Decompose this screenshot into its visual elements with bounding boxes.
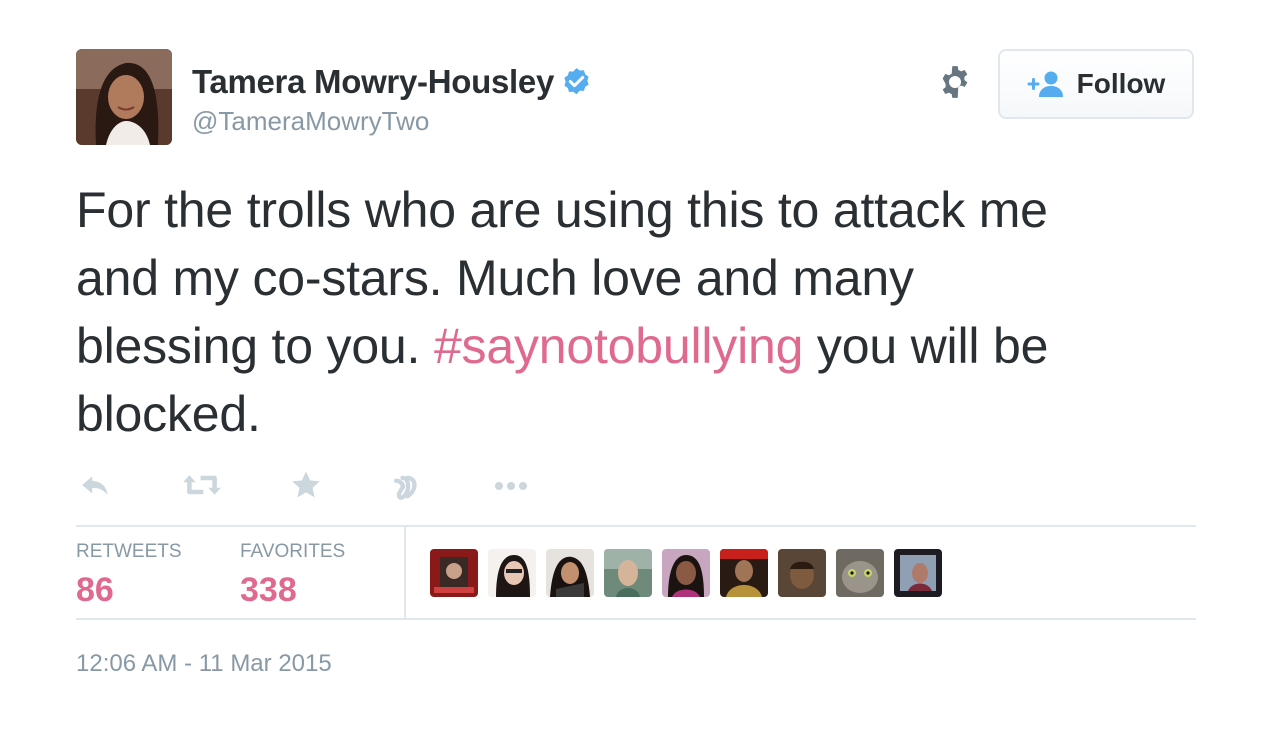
favoriter-avatar[interactable] [546,549,594,597]
stats-divider-bottom [76,618,1196,620]
tweet-text: For the trolls who are using this to att… [76,176,1196,448]
tweet-text-segment: blessing to you. [76,318,434,374]
tweet-text-line: For the trolls who are using this to att… [76,182,1048,238]
tweet-text-line: blessing to you. #saynotobullying you wi… [76,312,1196,380]
gear-icon[interactable] [936,63,974,101]
follow-button[interactable]: Follow [998,49,1194,119]
favoriter-avatar[interactable] [430,549,478,597]
avatar[interactable] [76,49,172,145]
favorites-label: FAVORITES [240,541,346,562]
follow-label: Follow [1076,68,1166,99]
stats-divider [76,525,1196,527]
reply-icon[interactable] [78,468,112,502]
favoriter-avatar[interactable] [488,549,536,597]
tweet-card: Tamera Mowry-Housley @TameraMowryTwo Fol… [0,0,1265,748]
retweets-count: 86 [76,571,114,609]
favorites-stat[interactable]: FAVORITES 338 [240,541,345,610]
star-icon[interactable] [289,468,323,502]
tweet-timestamp[interactable]: 12:06 AM - 11 Mar 2015 [76,650,332,678]
add-user-icon [1027,70,1067,98]
favoriter-avatar[interactable] [662,549,710,597]
name-row: Tamera Mowry-Housley [192,62,593,102]
retweets-label: RETWEETS [76,541,182,562]
favoriter-avatar[interactable] [720,549,768,597]
tweet-text-line: and my co-stars. Much love and many [76,250,914,306]
retweet-icon[interactable] [181,468,223,502]
favoriter-avatar[interactable] [604,549,652,597]
favorites-count: 338 [240,571,297,609]
hashtag-link[interactable]: #saynotobullying [434,318,803,374]
verified-badge-icon [560,66,593,99]
favoriter-avatar[interactable] [894,549,942,597]
more-icon[interactable] [491,468,531,502]
favoriter-avatar[interactable] [778,549,826,597]
user-handle[interactable]: @TameraMowryTwo [192,106,429,137]
stats-vertical-divider [404,527,406,618]
tweet-text-segment: you will be [803,318,1049,374]
tweet-text-line: blocked. [76,386,261,442]
display-name[interactable]: Tamera Mowry-Housley [192,63,554,101]
favoriter-avatar[interactable] [836,549,884,597]
retweets-stat[interactable]: RETWEETS 86 [76,541,182,610]
vine-icon[interactable] [389,468,423,502]
profile-photo-icon [76,49,172,145]
